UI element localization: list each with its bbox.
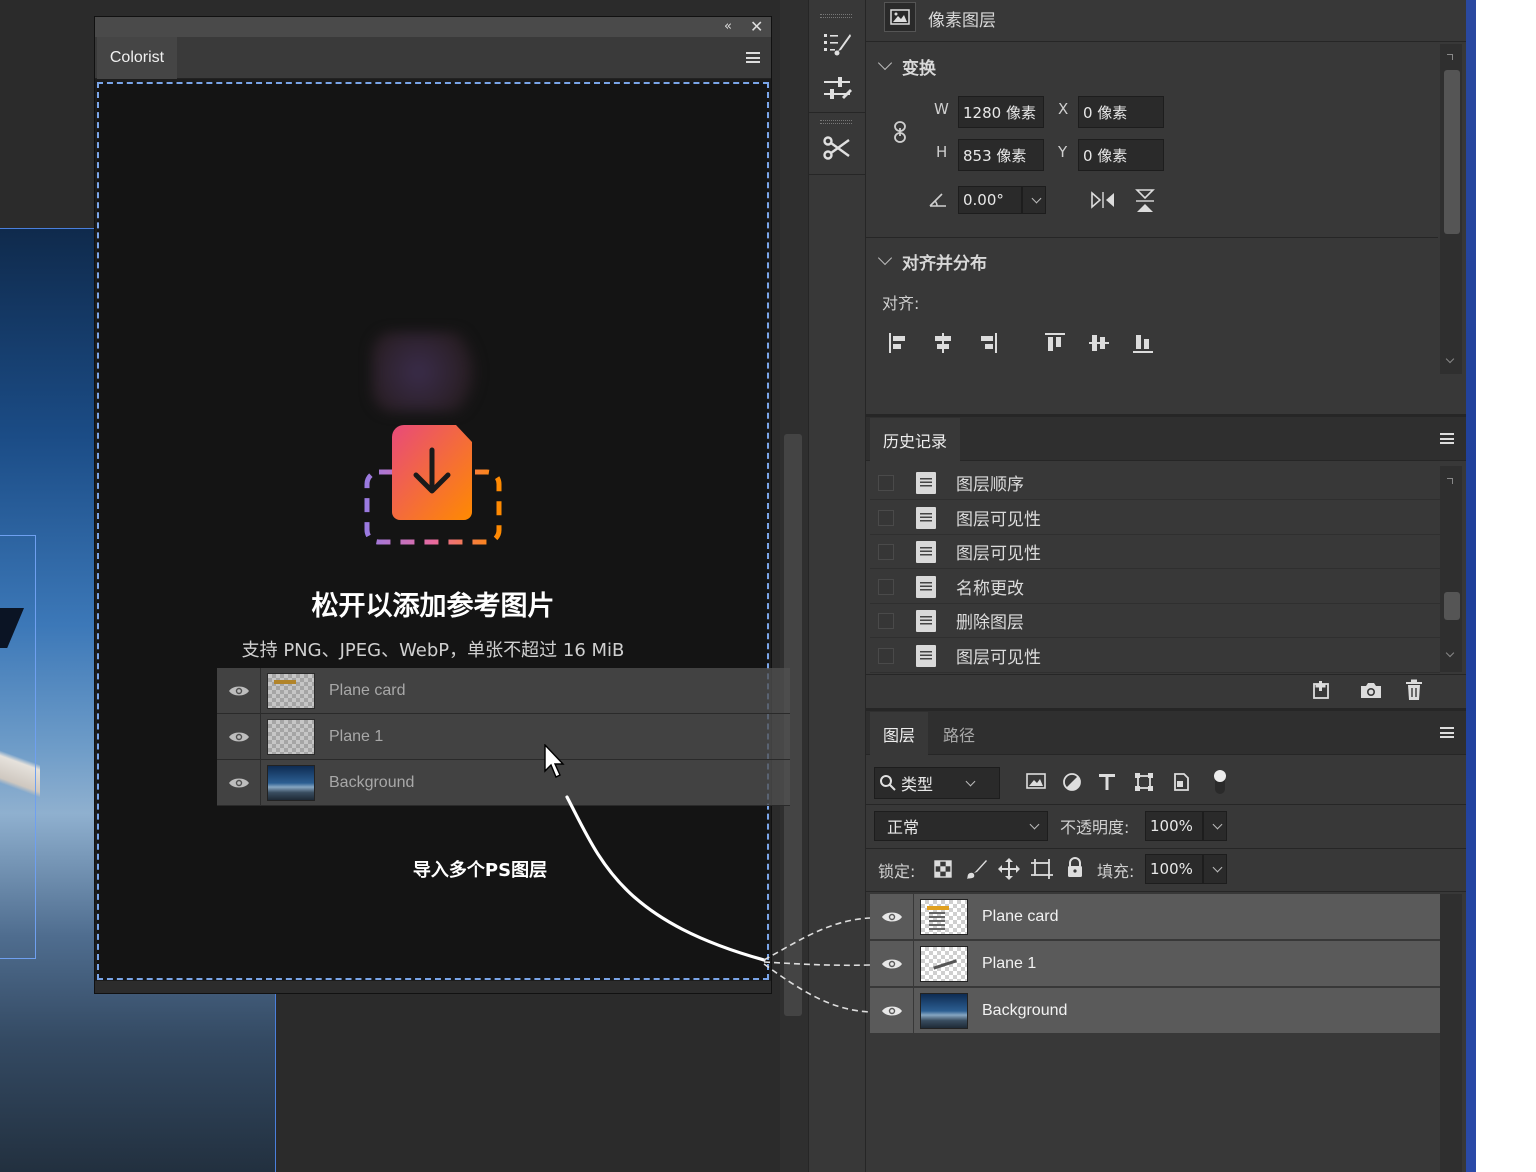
annotation-arrow: [565, 795, 871, 1013]
